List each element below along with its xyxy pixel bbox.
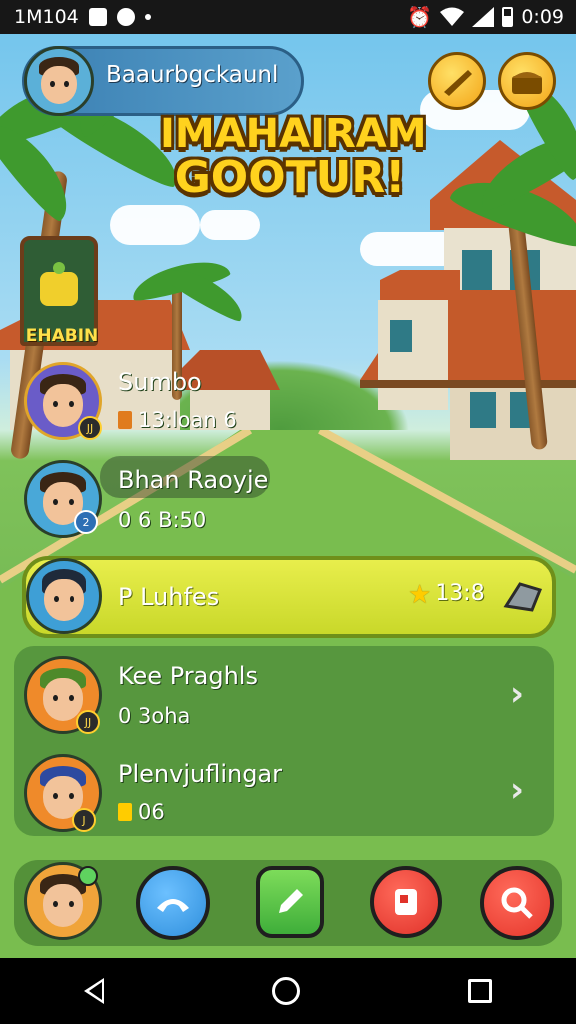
star-icon: ★ (408, 580, 432, 610)
status-bar: 1M104 ⏰ 0:09 (0, 0, 576, 34)
player-name: P Luhfes (118, 583, 220, 611)
game-screen: 1M104 ⏰ 0:09 Baaurbgckaunl IMAHAIRAM GOO… (0, 0, 576, 1024)
system-nav-bar (0, 958, 576, 1024)
player-row[interactable]: JJ Sumbo 13:loan 6 (18, 360, 554, 442)
search-button[interactable] (480, 866, 554, 940)
player-meta-text: 06 (138, 800, 165, 824)
cloud (110, 205, 200, 245)
call-button[interactable] (136, 866, 210, 940)
status-time: 0:09 (521, 6, 564, 28)
player-meta: 13:loan 6 (118, 408, 237, 432)
chest-button[interactable] (498, 52, 556, 110)
alarm-icon: ⏰ (407, 5, 433, 29)
player-meta: 0 6 B:50 (118, 508, 207, 532)
profile-name: Baaurbgckaunl (106, 62, 279, 88)
signal-icon (472, 7, 495, 27)
title-line2: GOOTUR! (174, 152, 406, 203)
profile-avatar[interactable] (24, 46, 94, 116)
boomerang-button[interactable] (428, 52, 486, 110)
player-row[interactable]: 2 Bhan Raoyje 0 6 B:50 (18, 456, 554, 542)
player-badge: 2 (74, 510, 98, 534)
notification-icon (88, 8, 107, 26)
chevron-right-icon[interactable]: › (510, 674, 524, 714)
player-badge: JJ (76, 710, 100, 734)
player-row[interactable]: J Plenvjuflingar 06 › (18, 752, 554, 836)
level-icon (118, 411, 132, 429)
level-icon (118, 803, 132, 821)
status-left-text: 1M104 (14, 6, 79, 28)
tag-icon[interactable] (500, 580, 544, 614)
title-line1: IMAHAIRAM (160, 111, 427, 157)
player-badge: J (72, 808, 96, 832)
player-avatar (26, 558, 102, 634)
chevron-right-icon[interactable]: › (510, 770, 524, 810)
back-icon[interactable] (84, 978, 104, 1004)
player-meta: 0 3oha (118, 704, 191, 728)
chest-icon (512, 72, 542, 94)
player-badge: JJ (78, 416, 102, 440)
battery-icon (502, 7, 514, 27)
cloud (200, 210, 260, 240)
recents-icon[interactable] (468, 979, 492, 1003)
player-meta: 06 (118, 800, 165, 824)
online-indicator (78, 866, 98, 886)
dot-icon (144, 14, 151, 20)
search-icon (501, 887, 533, 919)
pencil-icon (279, 889, 303, 913)
home-icon[interactable] (272, 977, 300, 1005)
player-name: Sumbo (118, 368, 202, 396)
boomerang-icon (444, 70, 472, 96)
wifi-icon (440, 7, 465, 26)
sign-emblem-icon (40, 262, 78, 306)
player-name: Kee Praghls (118, 662, 258, 690)
player-name: Bhan Raoyje (118, 466, 269, 494)
sign-text: EHABIN (25, 326, 99, 346)
phone-icon (157, 899, 189, 912)
player-name: Plenvjuflingar (118, 760, 283, 788)
rank-button[interactable] (370, 866, 442, 938)
app-icon (116, 8, 135, 26)
card-icon (395, 889, 417, 915)
player-rating: ★ 13:8 (408, 580, 485, 610)
game-title: IMAHAIRAM GOOTUR! (160, 112, 427, 203)
player-meta-text: 13:loan 6 (138, 408, 237, 432)
player-rating-text: 13:8 (435, 581, 485, 606)
player-row[interactable]: JJ Kee Praghls 0 3oha › (18, 654, 554, 738)
edit-button[interactable] (256, 866, 324, 938)
